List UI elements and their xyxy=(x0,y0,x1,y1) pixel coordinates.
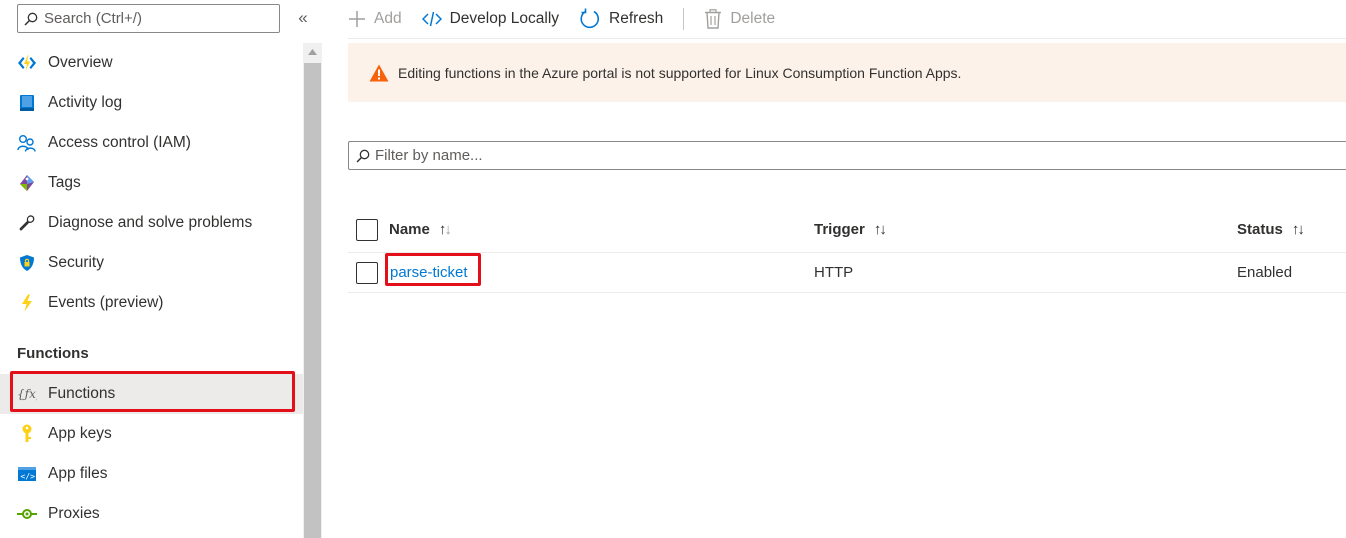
row-checkbox[interactable] xyxy=(356,262,378,284)
column-header-label: Trigger xyxy=(814,221,865,238)
menu-scrollbar[interactable] xyxy=(303,43,322,538)
functions-table: Name ↑↓ Trigger ↑↓ Status ↑↓ parse-ticke… xyxy=(348,210,1346,293)
column-header-label: Name xyxy=(389,221,430,238)
scrollbar-thumb[interactable] xyxy=(304,63,321,538)
menu-item-label: App files xyxy=(48,465,108,482)
wrench-icon xyxy=(17,213,37,233)
menu-item-tags[interactable]: Tags xyxy=(0,163,303,203)
warning-text: Editing functions in the Azure portal is… xyxy=(398,64,962,81)
filter-placeholder: Filter by name... xyxy=(375,147,483,164)
lightning-bolt-icon xyxy=(17,53,37,73)
code-icon xyxy=(421,11,442,26)
search-icon xyxy=(356,149,370,163)
select-all-checkbox[interactable] xyxy=(356,219,378,241)
refresh-icon xyxy=(580,8,600,28)
trash-icon xyxy=(705,8,722,29)
add-button-label: Add xyxy=(374,9,402,27)
scroll-up-arrow-icon[interactable] xyxy=(303,43,322,61)
menu-search-input[interactable]: Search (Ctrl+/) xyxy=(17,4,280,33)
menu-item-label: Access control (IAM) xyxy=(48,134,191,151)
menu-item-proxies[interactable]: Proxies xyxy=(0,494,303,534)
menu-item-label: Security xyxy=(48,254,104,271)
collapse-menu-button[interactable]: « xyxy=(294,8,312,28)
menu-item-diagnose[interactable]: Diagnose and solve problems xyxy=(0,203,303,243)
code-file-icon: </> xyxy=(17,464,37,484)
menu-item-label: Proxies xyxy=(48,505,100,522)
menu-item-functions[interactable]: {ƒx} Functions xyxy=(0,374,303,414)
develop-locally-button[interactable]: Develop Locally xyxy=(421,9,560,28)
menu-item-activity-log[interactable]: Activity log xyxy=(0,83,303,123)
resource-menu: Search (Ctrl+/) « Overview Activity log … xyxy=(0,0,322,538)
menu-search-placeholder: Search (Ctrl+/) xyxy=(44,10,142,27)
toolbar-separator xyxy=(683,7,685,30)
shield-icon xyxy=(17,253,37,273)
command-bar: Add Develop Locally Refresh Delete xyxy=(348,0,795,37)
add-button[interactable]: Add xyxy=(348,10,402,28)
warning-icon xyxy=(369,64,389,81)
function-trigger: HTTP xyxy=(814,264,854,281)
svg-text:{ƒx}: {ƒx} xyxy=(17,387,37,401)
toolbar-divider xyxy=(348,38,1346,39)
column-header-status[interactable]: Status ↑↓ xyxy=(1237,221,1305,238)
filter-by-name-input[interactable]: Filter by name... xyxy=(348,141,1346,170)
develop-locally-label: Develop Locally xyxy=(449,9,560,27)
function-icon: {ƒx} xyxy=(17,384,37,404)
menu-item-events[interactable]: Events (preview) xyxy=(0,283,303,323)
menu-section-functions: Functions xyxy=(17,345,89,362)
menu-item-label: Overview xyxy=(48,54,113,71)
delete-label: Delete xyxy=(730,9,776,27)
refresh-label: Refresh xyxy=(609,9,664,27)
svg-text:</>: </> xyxy=(21,472,36,481)
menu-item-label: Events (preview) xyxy=(48,294,164,311)
menu-item-label: Diagnose and solve problems xyxy=(48,214,253,231)
key-icon xyxy=(17,424,37,444)
warning-banner: Editing functions in the Azure portal is… xyxy=(348,43,1346,102)
plus-icon xyxy=(349,10,365,27)
menu-item-app-files[interactable]: </> App files xyxy=(0,454,303,494)
sort-arrows-icon: ↑↓ xyxy=(1291,221,1305,238)
menu-item-label: Activity log xyxy=(48,94,123,111)
menu-item-label: Functions xyxy=(48,385,116,402)
column-header-name[interactable]: Name ↑↓ xyxy=(389,221,452,238)
menu-item-label: Tags xyxy=(48,174,81,191)
column-header-label: Status xyxy=(1237,221,1283,238)
column-header-trigger[interactable]: Trigger ↑↓ xyxy=(814,221,887,238)
delete-button[interactable]: Delete xyxy=(704,8,776,29)
tag-icon xyxy=(17,173,37,193)
menu-item-access-control[interactable]: Access control (IAM) xyxy=(0,123,303,163)
people-icon xyxy=(17,133,37,153)
menu-item-label: App keys xyxy=(48,425,112,442)
log-book-icon xyxy=(17,93,37,113)
menu-item-security[interactable]: Security xyxy=(0,243,303,283)
sort-arrows-icon: ↑↓ xyxy=(873,221,887,238)
proxy-icon xyxy=(17,504,37,524)
menu-item-overview[interactable]: Overview xyxy=(0,43,303,83)
function-status: Enabled xyxy=(1237,264,1293,281)
function-name-link[interactable]: parse-ticket xyxy=(390,264,468,281)
refresh-button[interactable]: Refresh xyxy=(579,8,663,30)
table-header-row: Name ↑↓ Trigger ↑↓ Status ↑↓ xyxy=(348,210,1346,253)
sort-arrows-icon: ↑↓ xyxy=(438,221,452,238)
menu-item-app-keys[interactable]: App keys xyxy=(0,414,303,454)
search-icon xyxy=(24,12,38,26)
flash-icon xyxy=(17,293,37,313)
table-row[interactable]: parse-ticket HTTP Enabled xyxy=(348,253,1346,293)
